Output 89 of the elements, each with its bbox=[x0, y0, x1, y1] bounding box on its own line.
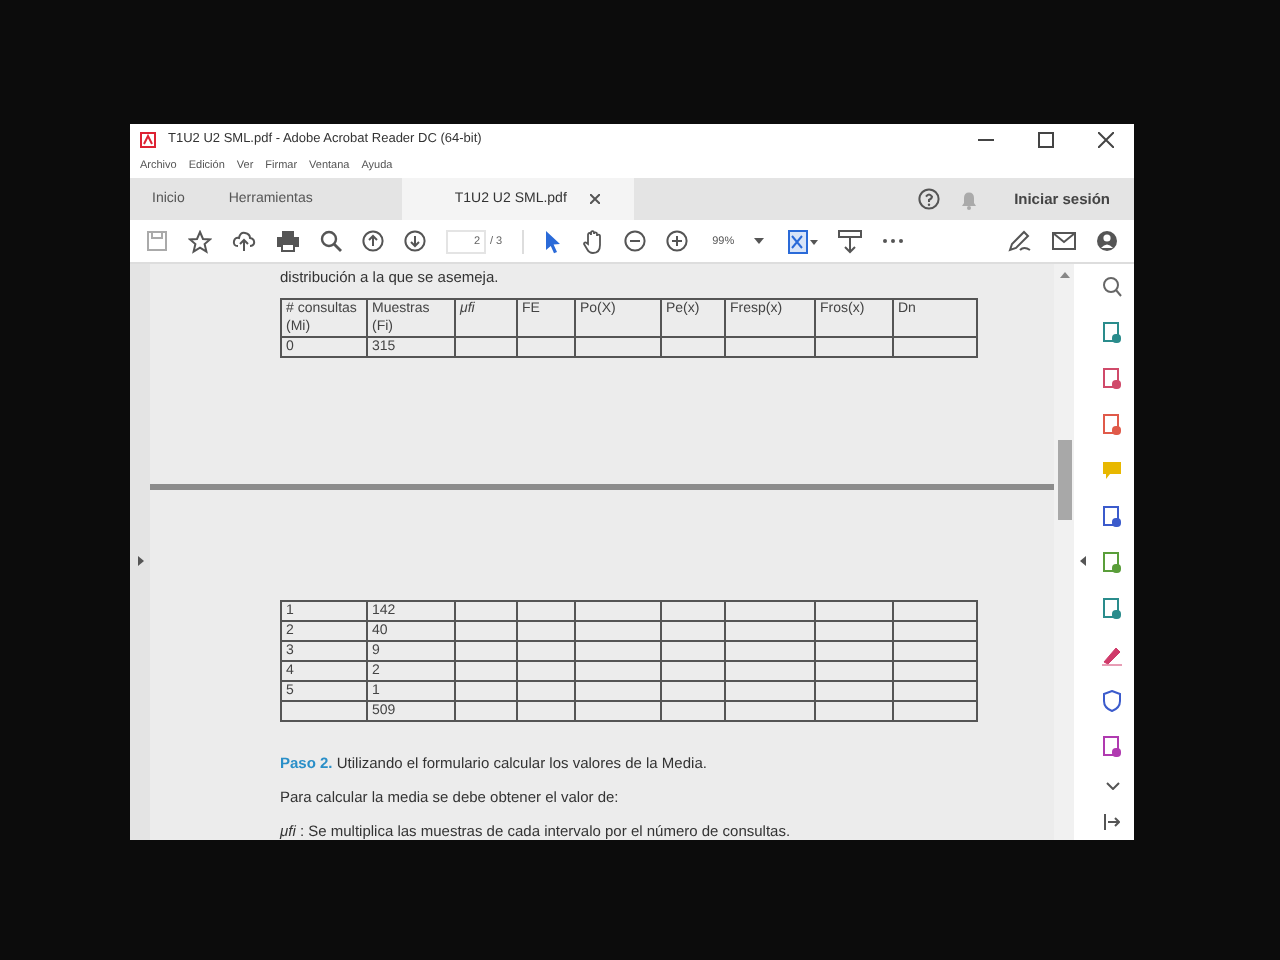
scroll-thumb[interactable] bbox=[1057, 440, 1071, 520]
table-cell bbox=[455, 621, 517, 641]
print-icon[interactable] bbox=[276, 230, 300, 252]
table-cell bbox=[455, 641, 517, 661]
table-cell bbox=[725, 701, 815, 721]
user-icon[interactable] bbox=[1096, 230, 1118, 252]
table-cell bbox=[661, 701, 725, 721]
tool-icon[interactable] bbox=[1102, 736, 1122, 758]
table-cell bbox=[893, 621, 977, 641]
table-cell bbox=[725, 661, 815, 681]
pointer-icon[interactable] bbox=[544, 229, 563, 253]
zoom-out-icon[interactable] bbox=[624, 230, 647, 252]
table-cell bbox=[517, 601, 575, 621]
table-cell bbox=[815, 701, 893, 721]
scrollbar[interactable] bbox=[1054, 264, 1074, 840]
table-cell bbox=[725, 681, 815, 701]
tool-icon[interactable] bbox=[1102, 506, 1122, 528]
expand-left-icon[interactable] bbox=[137, 555, 143, 565]
collapse-panel-icon[interactable] bbox=[1079, 555, 1085, 565]
tool-icon[interactable] bbox=[1102, 644, 1122, 666]
chevron-down-icon[interactable] bbox=[1105, 782, 1119, 790]
scroll-mode-icon[interactable] bbox=[838, 229, 863, 253]
table-cell bbox=[517, 641, 575, 661]
tool-icon[interactable] bbox=[1102, 322, 1122, 344]
table-cell bbox=[455, 681, 517, 701]
table-cell bbox=[815, 601, 893, 621]
tool-icon[interactable] bbox=[1102, 552, 1122, 574]
table-cell bbox=[455, 701, 517, 721]
star-icon[interactable] bbox=[188, 229, 212, 253]
tool-icon[interactable] bbox=[1102, 598, 1122, 620]
table-cell bbox=[517, 621, 575, 641]
table-cell bbox=[815, 621, 893, 641]
pdf-file-icon bbox=[140, 131, 156, 147]
pen-icon[interactable] bbox=[1008, 230, 1032, 252]
table-cell bbox=[281, 701, 367, 721]
table-cell bbox=[661, 621, 725, 641]
table-cell bbox=[815, 641, 893, 661]
table-cell bbox=[815, 681, 893, 701]
upload-cloud-icon[interactable] bbox=[232, 230, 256, 252]
hand-icon[interactable] bbox=[582, 229, 605, 253]
table-cell bbox=[893, 701, 977, 721]
mail-icon[interactable] bbox=[1052, 232, 1076, 250]
table-cell bbox=[575, 621, 661, 641]
tool-icon[interactable] bbox=[1102, 690, 1122, 712]
panel-exit-icon[interactable] bbox=[1104, 814, 1120, 830]
tool-icon[interactable] bbox=[1102, 368, 1122, 390]
table-cell bbox=[517, 701, 575, 721]
table-cell bbox=[893, 661, 977, 681]
table-cell bbox=[661, 601, 725, 621]
table-cell bbox=[455, 661, 517, 681]
table-cell bbox=[575, 701, 661, 721]
more-icon[interactable] bbox=[882, 238, 905, 244]
table-cell bbox=[455, 601, 517, 621]
caret-icon bbox=[754, 238, 765, 244]
help-icon[interactable] bbox=[918, 188, 941, 210]
table-cell bbox=[661, 641, 725, 661]
next-page-icon[interactable] bbox=[404, 230, 426, 252]
table-cell bbox=[661, 337, 725, 357]
table-cell bbox=[517, 661, 575, 681]
table-cell bbox=[517, 681, 575, 701]
table-cell bbox=[575, 661, 661, 681]
close-tab-icon[interactable] bbox=[590, 194, 601, 204]
table-cell bbox=[725, 601, 815, 621]
table-cell bbox=[575, 641, 661, 661]
search-icon[interactable] bbox=[320, 230, 342, 252]
maximize-icon[interactable] bbox=[1038, 131, 1054, 147]
zoom-in-icon[interactable] bbox=[666, 230, 689, 252]
table-cell bbox=[455, 337, 517, 357]
tool-icon[interactable] bbox=[1102, 414, 1122, 436]
table-cell bbox=[815, 661, 893, 681]
table-cell bbox=[893, 337, 977, 357]
table-cell bbox=[661, 661, 725, 681]
table-cell bbox=[815, 337, 893, 357]
table-cell bbox=[575, 601, 661, 621]
table-cell bbox=[575, 337, 661, 357]
tool-icon[interactable] bbox=[1102, 276, 1122, 298]
scroll-up-icon[interactable] bbox=[1059, 272, 1069, 278]
table-cell bbox=[725, 621, 815, 641]
table-cell bbox=[725, 337, 815, 357]
table-cell bbox=[517, 337, 575, 357]
table-cell bbox=[893, 681, 977, 701]
table-cell bbox=[661, 681, 725, 701]
table-cell bbox=[575, 681, 661, 701]
table-cell bbox=[893, 601, 977, 621]
previous-page-icon[interactable] bbox=[362, 230, 384, 252]
table-cell bbox=[893, 641, 977, 661]
table-cell bbox=[725, 641, 815, 661]
fit-page-icon[interactable] bbox=[788, 229, 819, 253]
close-icon[interactable] bbox=[1098, 131, 1114, 147]
